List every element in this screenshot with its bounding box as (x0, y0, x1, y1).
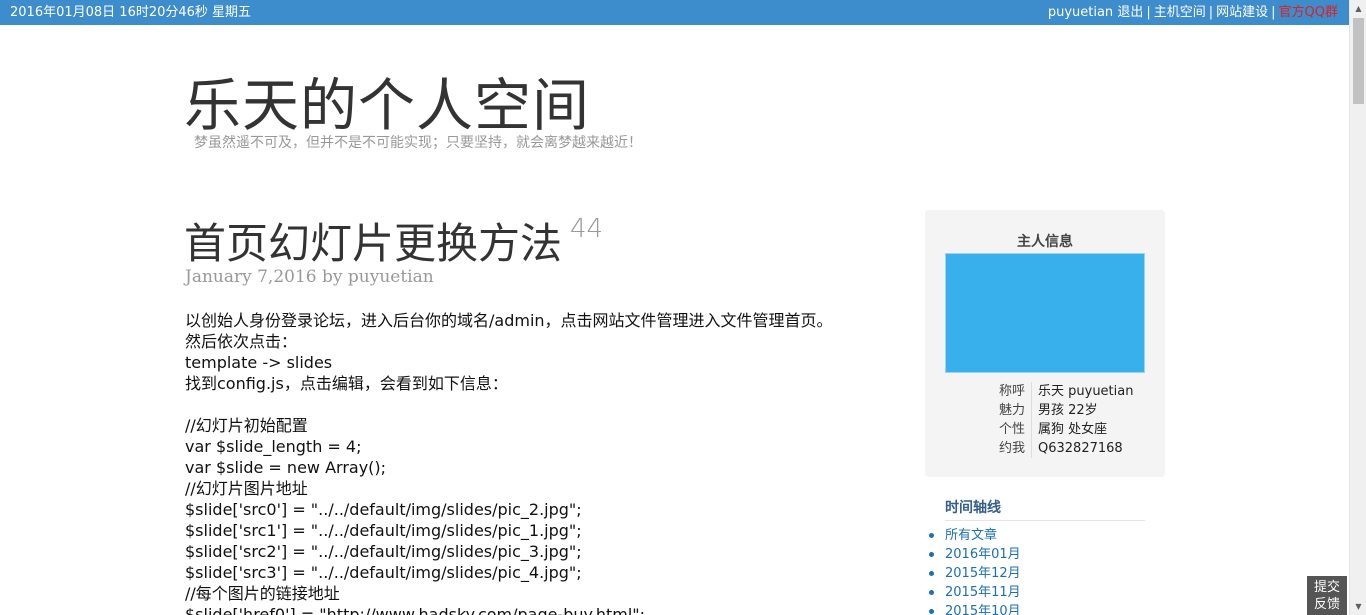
separator: | (1271, 5, 1276, 20)
owner-info-row: 个性 属狗 处女座 (925, 420, 1165, 439)
top-links: puyuetian 退出 | 主机空间 | 网站建设 | 官方QQ群 (1048, 0, 1338, 25)
owner-info-key: 魅力 (998, 403, 1025, 418)
separator: | (1208, 5, 1214, 20)
post-line: $slide['src2'] = "../../default/img/slid… (185, 542, 582, 561)
home-space-link[interactable]: 主机空间 (1154, 5, 1206, 20)
timeline-item-2016-01[interactable]: 2016年01月 (929, 545, 1021, 564)
username-link[interactable]: puyuetian (1048, 5, 1113, 20)
owner-info-value: 乐天 puyuetian (1031, 382, 1133, 401)
timeline-item-2015-11[interactable]: 2015年11月 (929, 583, 1021, 602)
owner-info-row: 约我 Q632827168 (925, 439, 1165, 458)
site-motto: 梦虽然遥不可及，但并不是不可能实现；只要坚持，就会离梦越来越近！ (194, 135, 642, 151)
post-line: $slide['href0'] = "http://www.hadsky.com… (185, 605, 646, 615)
avatar (945, 253, 1145, 373)
timeline-item-all[interactable]: 所有文章 (929, 526, 1021, 545)
post-line: $slide['src1'] = "../../default/img/slid… (185, 521, 582, 540)
qq-group-link[interactable]: 官方QQ群 (1279, 5, 1338, 20)
post-line: template -> slides (185, 353, 333, 372)
top-bar: 2016年01月08日 16时20分46秒 星期五 puyuetian 退出 | 主… (0, 0, 1349, 25)
post-title: 首页幻灯片更换方法 44 (184, 210, 603, 271)
post-line: //每个图片的链接地址 (185, 584, 340, 603)
post-line: var $slide_length = 4; (185, 437, 362, 456)
post-line: 然后依次点击： (185, 332, 298, 351)
vertical-scrollbar[interactable]: ▲ ▼ (1349, 0, 1366, 615)
separator: | (1146, 5, 1151, 20)
logout-link[interactable]: 退出 (1117, 5, 1143, 20)
owner-info-row: 称呼 乐天 puyuetian (925, 382, 1165, 401)
post-line: //幻灯片初始配置 (185, 416, 308, 435)
timeline-title: 时间轴线 (945, 500, 1001, 516)
current-datetime: 2016年01月08日 16时20分46秒 星期五 (10, 5, 252, 20)
owner-info-value: 属狗 处女座 (1031, 420, 1107, 439)
post-line: 以创始人身份登录论坛，进入后台你的域名/admin，点击网站文件管理进入文件管理… (185, 311, 833, 330)
owner-info-value: 男孩 22岁 (1031, 401, 1098, 420)
post-line: 找到config.js，点击编辑，会看到如下信息： (185, 374, 508, 393)
post-line: //幻灯片图片地址 (185, 479, 308, 498)
site-build-link[interactable]: 网站建设 (1216, 5, 1268, 20)
post-line (185, 394, 885, 415)
post-meta: January 7,2016 by puyuetian (185, 267, 434, 287)
owner-info-list: 称呼 乐天 puyuetian 魅力 男孩 22岁 个性 属狗 处女座 约我 Q… (925, 382, 1165, 458)
owner-info-value: Q632827168 (1031, 439, 1123, 458)
timeline-item-2015-12[interactable]: 2015年12月 (929, 564, 1021, 583)
site-title[interactable]: 乐天的个人空间 (184, 60, 590, 142)
timeline-divider (945, 520, 1145, 521)
owner-info-key: 称呼 (998, 384, 1025, 399)
scroll-up-arrow-icon[interactable]: ▲ (1350, 0, 1366, 17)
feedback-label-line1: 提交 (1313, 580, 1340, 595)
owner-info-key: 个性 (998, 422, 1025, 437)
post-body: 以创始人身份登录论坛，进入后台你的域名/admin，点击网站文件管理进入文件管理… (185, 310, 885, 615)
post-title-text[interactable]: 首页幻灯片更换方法 (184, 219, 562, 268)
post-line: $slide['src3'] = "../../default/img/slid… (185, 563, 582, 582)
timeline-list: 所有文章 2016年01月 2015年12月 2015年11月 2015年10月 (929, 526, 1021, 615)
timeline-item-2015-10[interactable]: 2015年10月 (929, 602, 1021, 615)
post-count: 44 (570, 214, 604, 244)
post-line: $slide['src0'] = "../../default/img/slid… (185, 500, 582, 519)
owner-info-row: 魅力 男孩 22岁 (925, 401, 1165, 420)
owner-info-key: 约我 (998, 441, 1025, 456)
scroll-thumb[interactable] (1353, 18, 1364, 104)
owner-card-title: 主人信息 (1017, 234, 1073, 250)
scroll-down-arrow-icon[interactable]: ▼ (1350, 598, 1366, 615)
owner-info-card: 主人信息 称呼 乐天 puyuetian 魅力 男孩 22岁 个性 属狗 处女座… (925, 210, 1165, 477)
feedback-label-line2: 反馈 (1313, 597, 1340, 612)
feedback-button[interactable]: 提交 反馈 (1307, 576, 1347, 615)
post-line: var $slide = new Array(); (185, 458, 387, 477)
